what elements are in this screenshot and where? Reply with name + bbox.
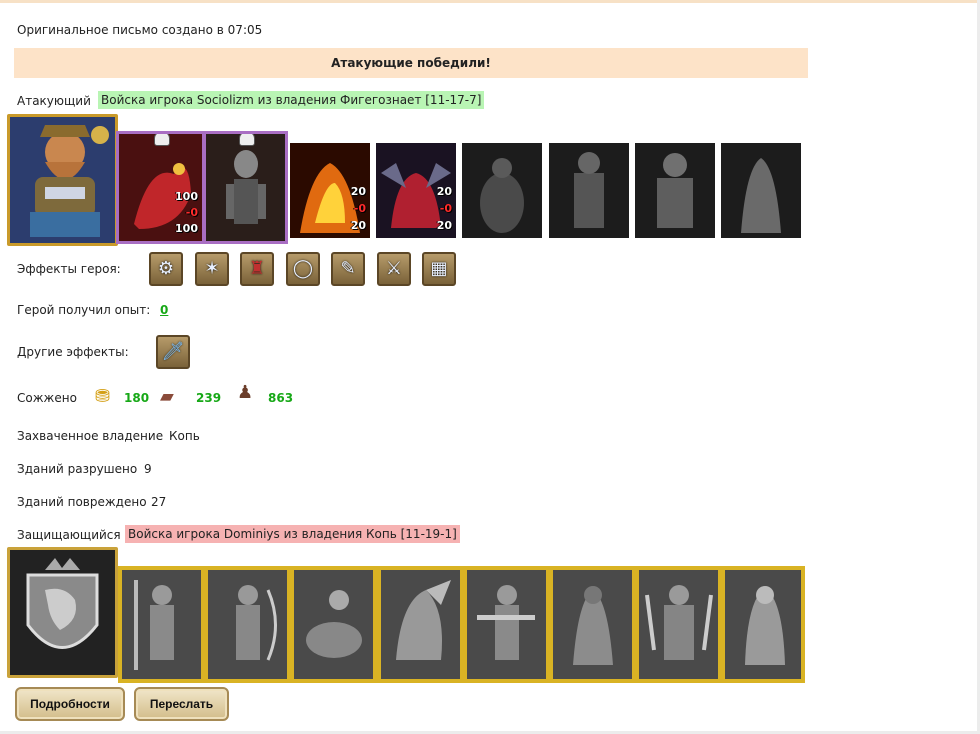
gray-wraith-icon [721,143,801,238]
burned-population: 863 [268,391,294,405]
gray-griffin-icon [381,570,460,679]
defender-unit-2[interactable] [204,566,291,683]
burned-ore: 239 [196,391,222,405]
battle-result-banner: Атакующие победили! [14,48,808,78]
damaged-label: Зданий повреждено [17,495,147,509]
empty-unit-slot-7[interactable] [635,143,715,238]
gray-mage-icon [725,570,801,679]
shield-effect-icon[interactable]: ▦ [422,252,456,286]
captured-value: Копь [169,429,200,443]
forward-button[interactable]: Переслать [134,687,229,721]
defender-unit-4[interactable] [377,566,464,683]
ring-effect-icon[interactable]: ◯ [286,252,320,286]
attacker-unit-2[interactable] [203,131,288,244]
claw-effect-icon[interactable]: ✶ [195,252,229,286]
gray-crossbowman-icon [467,570,546,679]
unit-remaining: 20 [350,219,366,232]
defender-hero-portrait[interactable] [7,547,118,678]
destroyed-value: 9 [144,462,152,476]
burned-label: Сожжено [17,391,77,405]
damaged-value: 27 [151,495,167,509]
peasant-icon: ♟ [237,382,254,403]
defender-unit-5[interactable] [463,566,550,683]
captured-label: Захваченное владение [17,429,164,443]
attacker-unit-3[interactable]: 20 -0 20 [290,143,370,238]
defender-name[interactable]: Войска игрока Dominiys из владения Копь … [125,525,460,543]
experience-value[interactable]: 0 [160,303,168,317]
skeleton-icon [206,134,285,241]
unit-remaining: 100 [175,222,198,235]
gray-monk-icon [553,570,632,679]
details-button[interactable]: Подробности [15,687,125,721]
unit-loss: -0 [185,206,198,219]
defender-unit-8[interactable] [721,566,805,683]
lion-shield-icon [10,550,115,675]
attacker-name[interactable]: Войска игрока Sociolizm из владения Фиге… [98,91,485,109]
defender-label: Защищающийся [17,528,121,542]
defender-unit-7[interactable] [635,566,722,683]
unit-loss: -0 [353,202,366,215]
armor-effect-icon[interactable]: ♜ [240,252,274,286]
chariot-effect-icon[interactable]: ⚙ [149,252,183,286]
skull-icon [238,134,255,146]
gray-warrior-icon [549,143,629,238]
defender-unit-3[interactable] [290,566,377,683]
top-border [0,0,980,3]
gold-icon: ⛃ [95,386,111,407]
gray-archer-icon [208,570,287,679]
gray-pikeman-icon [122,570,201,679]
attacker-unit-4[interactable]: 20 -0 20 [376,143,456,238]
unit-remaining: 20 [436,219,452,232]
gray-knight-icon [635,143,715,238]
unit-count: 20 [436,185,452,198]
defender-unit-6[interactable] [549,566,636,683]
unit-count: 100 [175,190,198,203]
hero-effects-label: Эффекты героя: [17,262,121,276]
attacker-label: Атакующий [17,94,91,108]
attacker-unit-1[interactable]: 100 -0 100 [116,131,205,244]
burned-gold: 180 [124,391,150,405]
sword-effect-icon[interactable]: ⚔ [377,252,411,286]
gray-cavalry-icon [294,570,373,679]
scroll-effect-icon[interactable]: ✎ [331,252,365,286]
original-time-text: Оригинальное письмо создано в 07:05 [17,23,263,37]
blue-sword-effect-icon[interactable]: 🗡 [156,335,190,369]
dwarf-hero-icon [10,117,115,243]
unit-count: 20 [350,185,366,198]
gray-golem-icon [462,143,542,238]
skull-icon [153,134,170,146]
empty-unit-slot-8[interactable] [721,143,801,238]
ore-icon: ▰ [160,386,174,407]
gray-swordsman-icon [639,570,718,679]
defender-unit-1[interactable] [118,566,205,683]
attacker-hero-portrait[interactable] [7,114,118,246]
empty-unit-slot-5[interactable] [462,143,542,238]
unit-loss: -0 [439,202,452,215]
other-effects-label: Другие эффекты: [17,345,129,359]
experience-label: Герой получил опыт: [17,303,151,317]
destroyed-label: Зданий разрушено [17,462,138,476]
empty-unit-slot-6[interactable] [549,143,629,238]
